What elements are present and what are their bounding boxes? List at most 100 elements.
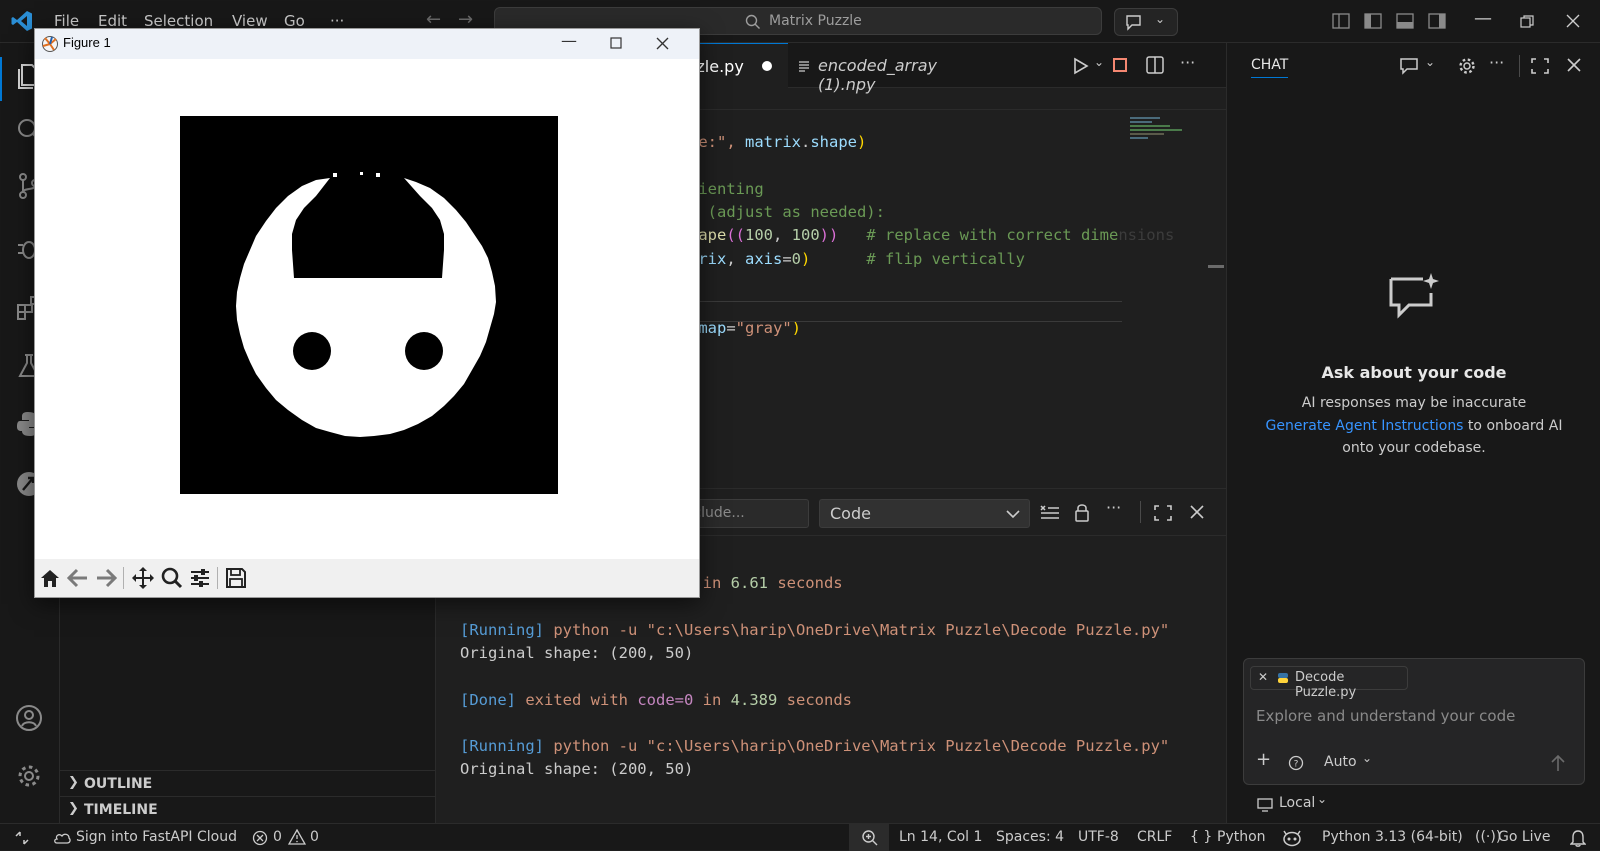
output-channel-select[interactable]: Code — [819, 499, 1030, 528]
indentation[interactable]: Spaces: 4 — [996, 829, 1064, 845]
zoom-magnifier-icon[interactable] — [161, 567, 183, 589]
help-icon[interactable]: ? — [1288, 755, 1304, 771]
divider — [1140, 501, 1141, 523]
minimap[interactable] — [1128, 115, 1188, 145]
file-encoding[interactable]: UTF-8 — [1078, 829, 1119, 845]
code-line[interactable]: rienting — [689, 180, 764, 198]
svg-text:?: ? — [1294, 760, 1299, 770]
copilot-button[interactable]: ⌄ — [1114, 8, 1178, 36]
output-token: 4.389 — [730, 690, 778, 709]
output-line: [Done] exited with code=0 in 4.389 secon… — [460, 691, 852, 709]
maximize-chat-icon[interactable] — [1531, 58, 1549, 74]
chevron-down-icon: ⌄ — [1362, 751, 1373, 765]
maximize-panel-icon[interactable] — [1154, 505, 1172, 521]
forward-arrow-icon[interactable]: → — [458, 9, 473, 30]
copilot-icon[interactable] — [1282, 829, 1302, 847]
save-figure-icon[interactable] — [225, 567, 247, 589]
bell-icon[interactable] — [1570, 829, 1586, 847]
output-token: python -u "c:\Users\harip\OneDrive\Matri… — [544, 737, 1170, 756]
chat-panel: CHAT ⌄ ··· Ask about your code AI respon… — [1226, 43, 1600, 823]
home-icon[interactable] — [39, 567, 61, 589]
timeline-section-header[interactable]: ❯ TIMELINE — [60, 796, 436, 822]
output-token: code=0 — [637, 690, 694, 709]
restore-icon[interactable] — [1520, 15, 1534, 29]
chat-location-select[interactable]: Local — [1279, 795, 1315, 811]
toggle-primary-sidebar-icon[interactable] — [1364, 13, 1382, 29]
decoded-image-plot[interactable] — [180, 116, 558, 494]
figure-maximize-icon[interactable] — [610, 37, 622, 49]
chat-settings-gear-icon[interactable] — [1457, 56, 1477, 76]
code-line[interactable]: s (adjust as needed): — [689, 203, 885, 221]
braces-icon: { } — [1190, 829, 1213, 845]
add-context-icon[interactable]: + — [1256, 749, 1271, 770]
zoom-status[interactable] — [849, 824, 889, 851]
warning-count[interactable]: 0 — [310, 829, 319, 845]
minimize-icon[interactable]: — — [1474, 8, 1492, 29]
close-panel-icon[interactable] — [1190, 505, 1204, 519]
remote-indicator-icon[interactable] — [14, 830, 30, 846]
output-token: seconds — [777, 690, 852, 709]
remove-context-icon[interactable]: ✕ — [1258, 670, 1268, 684]
scrollbar-thumb[interactable] — [1208, 265, 1224, 268]
chat-more-icon[interactable]: ··· — [1489, 53, 1504, 72]
close-window-icon[interactable] — [1566, 14, 1580, 28]
accounts-icon[interactable] — [14, 703, 44, 733]
panel-more-icon[interactable]: ··· — [1106, 498, 1121, 517]
generate-agent-instructions-link[interactable]: Generate Agent Instructions — [1266, 418, 1464, 434]
tab-encoded-array[interactable]: encoded_array (1).npy — [788, 43, 998, 94]
fastapi-cloud-status[interactable]: Sign into FastAPI Cloud — [76, 829, 237, 845]
context-file-chip[interactable]: ✕ Decode Puzzle.py — [1250, 666, 1408, 700]
outline-section-header[interactable]: ❯ OUTLINE — [60, 770, 436, 796]
toggle-secondary-sidebar-icon[interactable] — [1428, 13, 1446, 29]
active-indicator — [0, 57, 2, 101]
lock-scroll-icon[interactable] — [1074, 502, 1090, 522]
chat-tab[interactable]: CHAT — [1251, 57, 1289, 78]
chevron-down-icon: ⌄ — [1317, 792, 1328, 806]
code-line[interactable]: cmap="gray") — [689, 319, 801, 337]
chevron-down-icon[interactable]: ⌄ — [1425, 55, 1435, 69]
clear-output-icon[interactable] — [1040, 504, 1060, 522]
code-line[interactable]: hape((100, 100)) # replace with correct … — [689, 226, 1174, 244]
back-icon[interactable] — [67, 568, 89, 588]
code-token: axis — [745, 249, 783, 268]
toolbar-divider — [217, 567, 218, 589]
language-mode[interactable]: Python — [1217, 829, 1266, 845]
python-interpreter[interactable]: Python 3.13 (64-bit) — [1322, 829, 1463, 845]
search-text: Matrix Puzzle — [769, 13, 862, 29]
chat-mode-select[interactable]: Auto — [1324, 754, 1357, 770]
forward-icon[interactable] — [95, 568, 117, 588]
status-bar: Sign into FastAPI Cloud 0 0 Ln 14, Col 1… — [0, 823, 1600, 851]
end-of-line[interactable]: CRLF — [1137, 829, 1172, 845]
unsaved-dot-icon[interactable] — [762, 61, 772, 71]
close-chat-icon[interactable] — [1567, 58, 1581, 72]
figure-minimize-icon[interactable]: — — [561, 31, 577, 50]
error-count[interactable]: 0 — [273, 829, 282, 845]
new-chat-icon[interactable] — [1399, 57, 1421, 75]
configure-subplots-icon[interactable] — [189, 567, 211, 589]
current-line-border — [690, 321, 1122, 322]
figure-close-icon[interactable] — [656, 37, 669, 50]
more-actions-icon[interactable]: ··· — [1180, 53, 1195, 72]
chat-input-placeholder[interactable]: Explore and understand your code — [1256, 707, 1515, 725]
figure-title-bar[interactable]: Figure 1 — — [35, 29, 699, 59]
vscode-logo-icon[interactable] — [10, 9, 34, 33]
code-line[interactable]: trix, axis=0) # flip vertically — [689, 250, 1025, 268]
image-speck — [360, 172, 363, 175]
code-line[interactable]: pe:", matrix.shape) — [689, 133, 866, 151]
split-editor-icon[interactable] — [1146, 56, 1164, 74]
stop-icon[interactable] — [1113, 58, 1127, 72]
image-speck — [333, 173, 337, 177]
send-arrow-icon[interactable] — [1550, 754, 1566, 772]
settings-gear-icon[interactable] — [14, 761, 44, 791]
code-token: ) — [791, 319, 802, 338]
chat-instructions-line3: onto your codebase. — [1342, 440, 1486, 456]
run-python-icon[interactable] — [1070, 56, 1090, 76]
toggle-panel-icon[interactable] — [1396, 13, 1414, 29]
pan-move-icon[interactable] — [131, 566, 155, 590]
customize-layout-icon[interactable] — [1332, 13, 1350, 29]
back-arrow-icon[interactable]: ← — [426, 9, 441, 30]
run-dropdown-chevron-icon[interactable]: ⌄ — [1094, 55, 1104, 69]
go-live-button[interactable]: Go Live — [1498, 829, 1550, 845]
cursor-position[interactable]: Ln 14, Col 1 — [899, 829, 982, 845]
